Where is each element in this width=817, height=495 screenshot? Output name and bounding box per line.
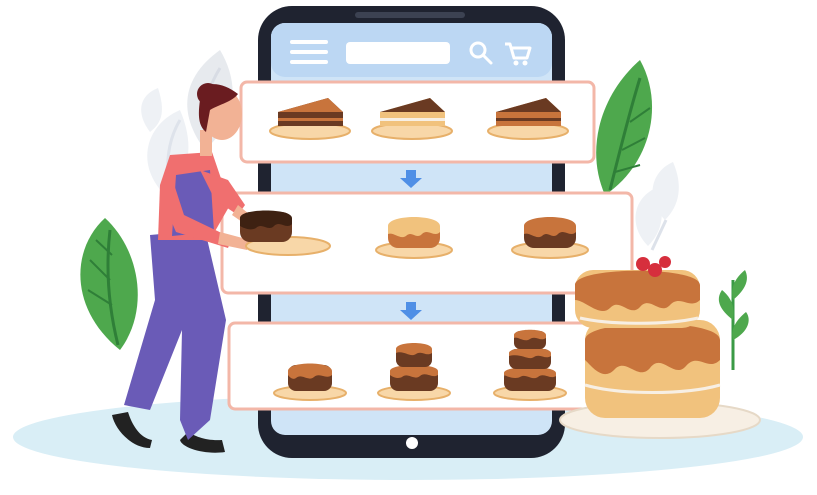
phone-speaker	[355, 12, 465, 18]
product-card-tiered-cakes[interactable]	[227, 321, 596, 411]
gray-leaf-cluster-right	[635, 162, 679, 251]
home-button-icon[interactable]	[406, 437, 418, 449]
search-input[interactable]	[346, 42, 450, 64]
big-layered-cake	[559, 256, 761, 439]
hamburger-menu-icon[interactable]	[290, 40, 328, 64]
berry-icon	[636, 257, 650, 271]
green-leaf-right	[596, 60, 653, 195]
illustration-scene	[13, 6, 803, 480]
hair-bun	[197, 83, 219, 105]
product-card-slices[interactable]	[239, 80, 596, 164]
green-leaf-left	[80, 218, 138, 350]
small-plant-right	[718, 270, 749, 370]
berry-icon	[659, 256, 671, 268]
